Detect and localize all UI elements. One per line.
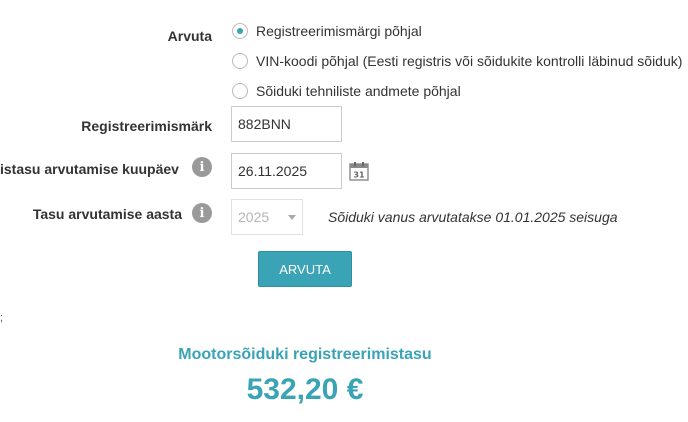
reg-number-input[interactable]: 882BNN bbox=[231, 106, 342, 142]
radio-button[interactable] bbox=[232, 53, 248, 69]
radio-button[interactable] bbox=[232, 83, 248, 99]
calendar-day-text: 31 bbox=[353, 171, 365, 180]
calculation-date-label: istasu arvutamise kuupäev bbox=[0, 161, 179, 177]
radio-button[interactable] bbox=[232, 23, 248, 39]
calculation-year-label: Tasu arvutamise aasta bbox=[32, 206, 182, 222]
calculate-button[interactable]: ARVUTA bbox=[258, 251, 352, 287]
result-value: 532,20 € bbox=[246, 373, 364, 406]
radio-label: Registreerimismärgi põhjal bbox=[256, 23, 422, 39]
year-select-value: 2025 bbox=[238, 209, 270, 225]
radio-label: VIN-koodi põhjal (Eesti registris või sõ… bbox=[256, 53, 683, 69]
radio-label: Sõiduki tehniliste andmete põhjal bbox=[256, 83, 461, 99]
result-title: Mootorsõiduki registreerimistasu bbox=[178, 346, 432, 363]
radio-option-reg-number[interactable]: Registreerimismärgi põhjal bbox=[232, 23, 422, 39]
radio-option-tech-data[interactable]: Sõiduki tehniliste andmete põhjal bbox=[232, 83, 461, 99]
chevron-down-icon bbox=[288, 214, 296, 220]
year-select[interactable]: 2025 bbox=[231, 199, 303, 235]
calculation-method-label: Arvuta bbox=[167, 28, 212, 44]
calendar-icon[interactable]: 31 bbox=[349, 161, 369, 181]
reg-number-label: Registreerimismärk bbox=[81, 118, 212, 134]
calculation-date-input[interactable]: 26.11.2025 bbox=[231, 153, 342, 189]
info-icon[interactable]: i bbox=[192, 157, 212, 177]
info-icon[interactable]: i bbox=[192, 203, 212, 223]
stray-mark: ; bbox=[0, 312, 4, 324]
radio-option-vin[interactable]: VIN-koodi põhjal (Eesti registris või sõ… bbox=[232, 53, 682, 69]
vehicle-age-note: Sõiduki vanus arvutatakse 01.01.2025 sei… bbox=[328, 209, 618, 225]
